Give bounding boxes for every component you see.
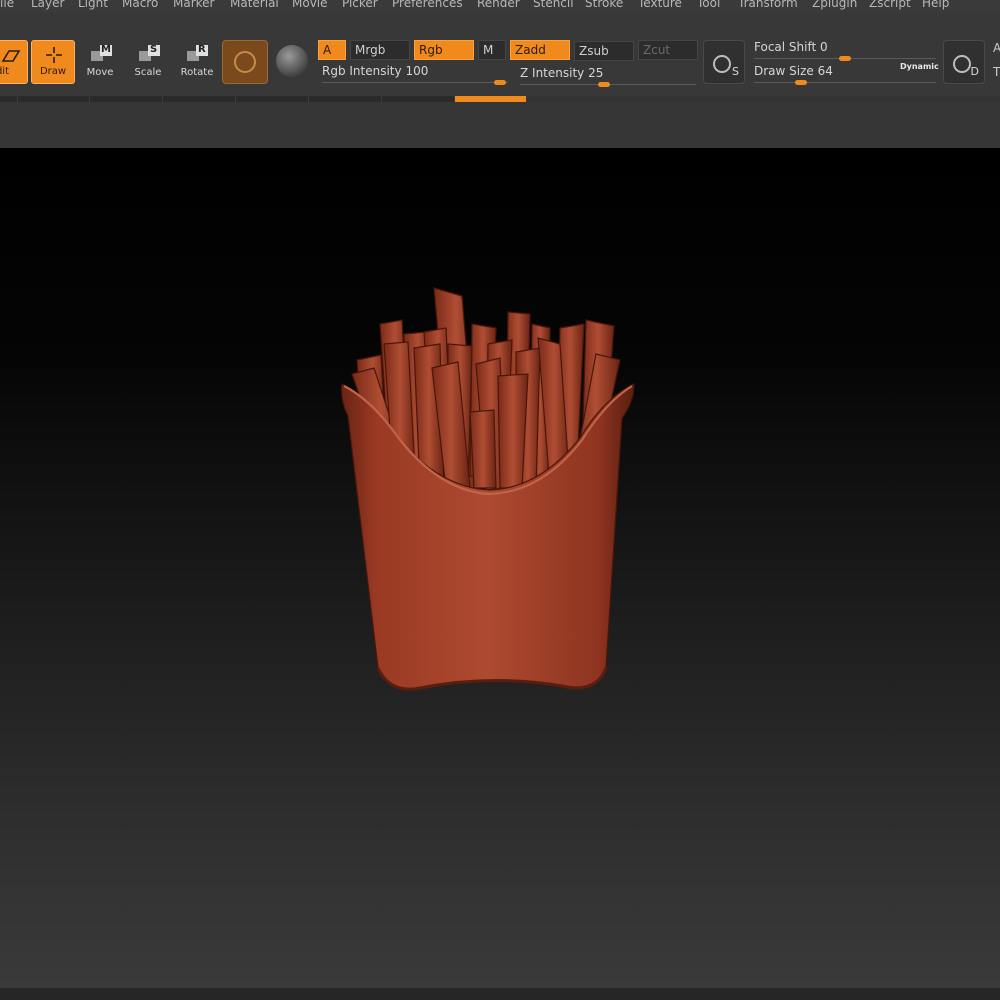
menu-texture[interactable]: Texture: [638, 0, 682, 10]
draw-button[interactable]: Draw: [31, 40, 75, 84]
edit-icon: [1, 50, 21, 62]
menu-render[interactable]: Render: [477, 0, 520, 10]
menu-help[interactable]: Help: [922, 0, 949, 10]
menu-light[interactable]: Light: [78, 0, 108, 10]
zadd-toggle[interactable]: Zadd: [510, 40, 570, 60]
edit-button[interactable]: Edit: [0, 40, 28, 84]
scale-icon: [139, 45, 160, 61]
scale-key: S: [150, 44, 158, 55]
draw-size-value: 64: [817, 64, 833, 78]
top-shelf: Edit Draw M Move S Scale R Rotate: [0, 12, 1000, 96]
focal-shift-label: Focal Shift 0: [754, 40, 828, 54]
move-label: Move: [86, 67, 114, 78]
menu-preferences[interactable]: Preferences: [392, 0, 463, 10]
rotate-key: R: [198, 44, 206, 55]
rgb-intensity-knob[interactable]: [494, 80, 506, 85]
rotate-label: Rotate: [180, 67, 214, 78]
draw-cursor-icon: [46, 47, 62, 63]
z-intensity-value: 25: [588, 66, 604, 80]
rotate-icon: [187, 45, 208, 61]
menu-zplugin[interactable]: Zplugin: [812, 0, 857, 10]
brush-d-icon: [953, 55, 971, 73]
menu-stencil[interactable]: Stencil: [533, 0, 574, 10]
scale-button[interactable]: S Scale: [128, 40, 168, 84]
brush-s-icon: [713, 55, 731, 73]
canvas-viewport[interactable]: [0, 148, 1000, 988]
focal-shift-knob[interactable]: [839, 56, 851, 61]
material-icon: [234, 51, 256, 73]
edit-label: Edit: [0, 66, 9, 77]
menu-picker[interactable]: Picker: [342, 0, 378, 10]
m-toggle[interactable]: M: [478, 40, 506, 60]
brush-s-button[interactable]: S: [703, 40, 745, 84]
bottom-bar: [0, 988, 1000, 1000]
menu-stroke[interactable]: Stroke: [585, 0, 623, 10]
menu-macro[interactable]: Macro: [122, 0, 158, 10]
draw-size-track: [754, 82, 936, 83]
draw-size-knob[interactable]: [795, 80, 807, 85]
scale-label: Scale: [134, 67, 162, 78]
menu-layer[interactable]: Layer: [31, 0, 64, 10]
z-intensity-knob[interactable]: [598, 82, 610, 87]
move-key: M: [101, 44, 111, 55]
draw-label: Draw: [39, 66, 67, 77]
focal-shift-value: 0: [820, 40, 828, 54]
menu-file[interactable]: File: [0, 0, 14, 10]
edge-label-t: T: [993, 65, 1000, 79]
z-intensity-label: Z Intensity 25: [520, 66, 604, 80]
rgb-intensity-value: 100: [405, 64, 429, 78]
menu-bar: File Layer Light Macro Marker Material M…: [0, 0, 1000, 12]
draw-size-label: Draw Size 64: [754, 64, 833, 78]
menu-movie[interactable]: Movie: [292, 0, 328, 10]
rotate-button[interactable]: R Rotate: [176, 40, 218, 84]
menu-transform[interactable]: Transform: [738, 0, 798, 10]
menu-tool[interactable]: Tool: [697, 0, 720, 10]
zcut-toggle[interactable]: Zcut: [638, 40, 698, 60]
brush-d-button[interactable]: D: [943, 40, 985, 84]
edge-label-a: A: [993, 41, 1000, 55]
move-button[interactable]: M Move: [80, 40, 120, 84]
fries-model: [341, 287, 635, 691]
rgb-intensity-track: [322, 82, 508, 83]
brush-s-letter: S: [732, 65, 739, 78]
sub-toolbar: [0, 102, 1000, 148]
rgb-toggle[interactable]: Rgb: [414, 40, 474, 60]
mrgb-toggle[interactable]: Mrgb: [350, 40, 410, 60]
menu-zscript[interactable]: Zscript: [869, 0, 911, 10]
menu-material[interactable]: Material: [230, 0, 279, 10]
material-button[interactable]: [222, 40, 268, 84]
brush-d-letter: D: [970, 65, 979, 78]
menu-marker[interactable]: Marker: [173, 0, 214, 10]
a-toggle[interactable]: A: [318, 40, 346, 60]
zsub-toggle[interactable]: Zsub: [574, 41, 634, 61]
sphere-icon[interactable]: [276, 45, 308, 77]
rgb-intensity-label: Rgb Intensity 100: [322, 64, 429, 78]
dynamic-toggle[interactable]: Dynamic: [900, 62, 939, 71]
